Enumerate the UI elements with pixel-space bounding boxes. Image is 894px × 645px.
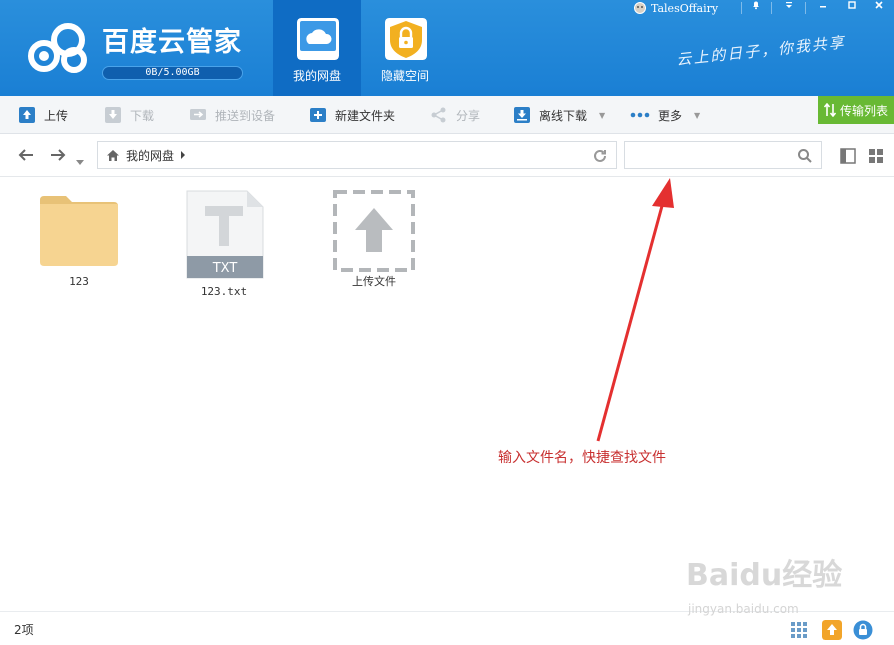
push-to-device-button[interactable]: 推送到设备 <box>189 104 275 126</box>
search-icon[interactable] <box>797 148 813 164</box>
search-input[interactable] <box>631 146 791 164</box>
cloud-icon <box>297 18 339 60</box>
watermark-url: jingyan.baidu.com <box>688 602 799 616</box>
offline-download-label: 离线下载 <box>539 108 588 123</box>
item-count: 2项 <box>14 623 34 637</box>
tab-my-netdisk[interactable]: 我的网盘 <box>273 0 361 96</box>
file-name: 123.txt <box>200 285 248 298</box>
chevron-down-icon: ▼ <box>694 110 701 120</box>
more-dots-icon <box>630 112 650 118</box>
upload-queue-icon[interactable] <box>822 620 842 640</box>
transfer-arrows-icon <box>823 103 836 117</box>
arrow-right-icon <box>51 149 66 161</box>
more-label: 更多 <box>658 108 683 123</box>
new-folder-icon <box>310 108 326 122</box>
annotation-arrow-icon <box>596 178 674 442</box>
home-icon <box>107 149 119 161</box>
download-label: 下载 <box>130 108 155 123</box>
tab-hidden-space[interactable]: 隐藏空间 <box>361 0 449 96</box>
txt-file-icon: TXT <box>186 190 264 279</box>
breadcrumb-my-netdisk[interactable]: 我的网盘 <box>126 147 174 164</box>
notification-bell-button[interactable] <box>743 0 769 16</box>
download-button[interactable]: 下载 <box>104 104 154 126</box>
detail-view-button[interactable] <box>839 147 857 165</box>
share-icon <box>431 107 446 123</box>
maximize-button[interactable] <box>839 0 865 16</box>
thumbnail-view-button[interactable] <box>867 147 885 165</box>
close-icon <box>875 1 883 9</box>
username: TalesOffairy <box>651 1 719 15</box>
app-title: 百度云管家 <box>102 27 242 58</box>
annotation-text: 输入文件名，快捷查找文件 <box>498 450 666 466</box>
topbar-divider <box>805 2 806 14</box>
baidu-jingyan-watermark: Baidu经验 <box>686 558 843 593</box>
push-to-device-label: 推送到设备 <box>215 108 276 123</box>
upload-file-icon <box>333 190 415 272</box>
file-type-badge: TXT <box>212 261 238 276</box>
share-button[interactable]: 分享 <box>430 104 480 126</box>
topbar-divider <box>771 2 772 14</box>
chevron-down-icon <box>76 160 84 165</box>
upload-icon <box>19 107 35 123</box>
apps-grid-icon[interactable] <box>789 620 809 640</box>
upload-label: 上传 <box>44 108 69 123</box>
user-avatar-icon <box>634 2 646 14</box>
device-push-icon <box>190 109 206 120</box>
user-account[interactable]: TalesOffairy <box>633 0 718 16</box>
offline-download-button[interactable]: 离线下载 ▼ <box>513 104 605 126</box>
minimize-button[interactable] <box>810 0 836 16</box>
file-item-folder[interactable]: 123 <box>31 190 127 288</box>
file-item-txt[interactable]: TXT 123.txt <box>176 190 272 298</box>
upload-file-tile[interactable]: 上传文件 <box>326 190 422 289</box>
toolbar: 上传 下载 推送到设备 新建文件夹 分享 离线下载 ▼ 更多 ▼ <box>0 96 894 134</box>
status-bar: 2项 <box>0 611 894 645</box>
offline-download-icon <box>514 107 530 123</box>
maximize-icon <box>848 1 856 9</box>
minimize-icon <box>820 6 826 8</box>
upload-file-label: 上传文件 <box>352 275 396 288</box>
new-folder-button[interactable]: 新建文件夹 <box>309 104 395 126</box>
more-button[interactable]: 更多 ▼ <box>630 104 700 126</box>
history-dropdown-button[interactable] <box>76 151 84 170</box>
new-folder-label: 新建文件夹 <box>335 108 396 123</box>
topbar-divider <box>741 2 742 14</box>
arrow-left-icon <box>18 149 33 161</box>
slogan: 云上的日子，你我共享 <box>675 33 847 69</box>
bell-icon <box>753 1 759 10</box>
folder-icon <box>40 196 118 266</box>
address-bar: 我的网盘 <box>0 135 894 177</box>
back-button[interactable] <box>18 147 34 166</box>
forward-button[interactable] <box>50 147 66 166</box>
safe-box-icon[interactable] <box>853 620 873 640</box>
chevron-down-icon: ▼ <box>599 110 606 120</box>
download-icon <box>105 107 121 123</box>
upload-button[interactable]: 上传 <box>18 104 68 126</box>
tab-hidden-space-label: 隐藏空间 <box>380 69 429 83</box>
breadcrumb-arrow-icon <box>181 151 186 159</box>
menu-down-icon <box>786 2 792 8</box>
menu-dropdown-button[interactable] <box>776 0 802 16</box>
app-header: 百度云管家 0B/5.00GB 我的网盘 隐藏空间 TalesOffairy 云… <box>0 0 894 96</box>
transfer-list-button[interactable]: 传输列表 <box>818 96 894 124</box>
share-label: 分享 <box>456 108 481 123</box>
path-breadcrumb[interactable]: 我的网盘 <box>97 141 617 169</box>
file-name: 123 <box>69 275 89 288</box>
transfer-list-label: 传输列表 <box>839 103 888 118</box>
tab-my-netdisk-label: 我的网盘 <box>292 69 341 83</box>
storage-quota-bar: 0B/5.00GB <box>102 66 243 80</box>
storage-quota-text: 0B/5.00GB <box>145 67 200 78</box>
baidu-cloud-logo-icon <box>28 23 87 73</box>
search-box[interactable] <box>624 141 822 169</box>
refresh-icon[interactable] <box>592 148 608 164</box>
close-button[interactable] <box>866 0 892 16</box>
lock-icon <box>385 18 427 60</box>
